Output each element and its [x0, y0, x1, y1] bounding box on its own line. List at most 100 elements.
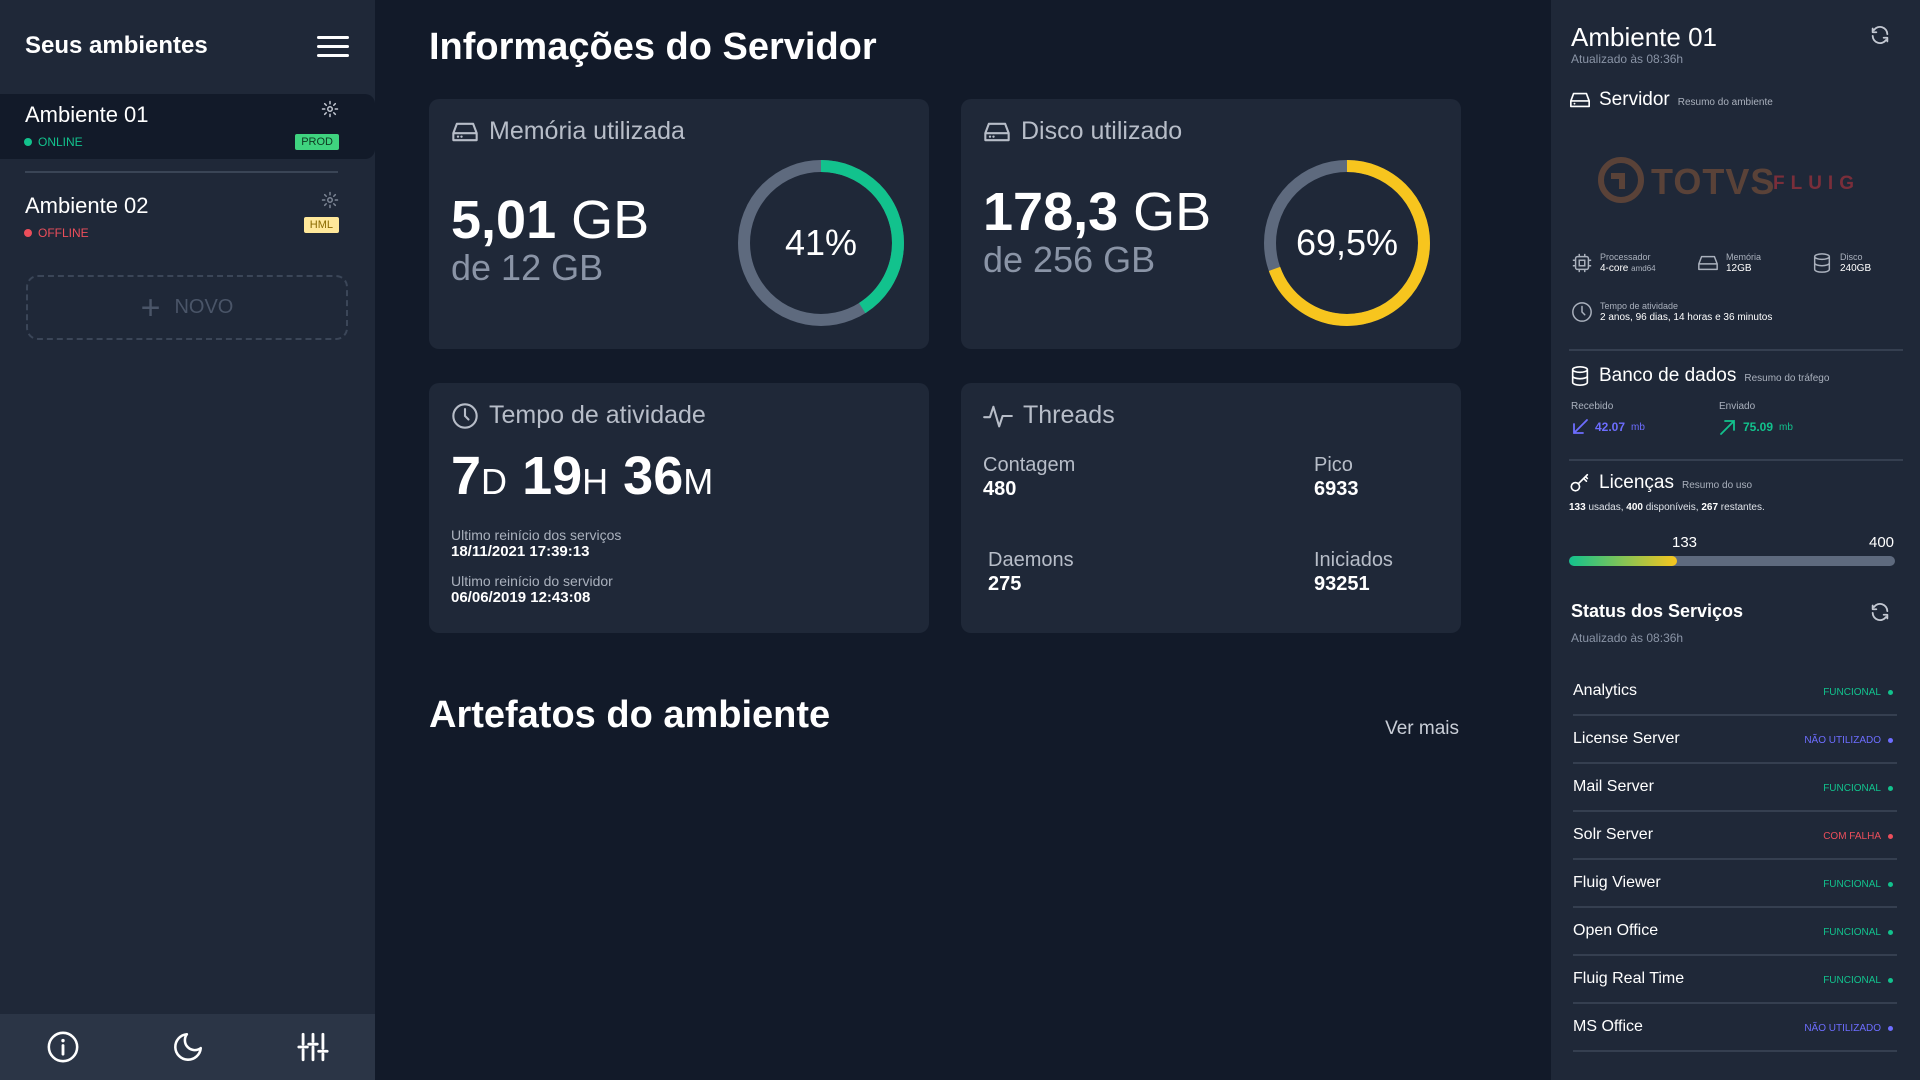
database-icon — [1813, 253, 1831, 274]
service-row[interactable]: Fluig Real Time FUNCIONAL — [1573, 956, 1897, 1004]
disk-spec: Disco 240GB — [1811, 252, 1871, 275]
status-text: ONLINE — [38, 135, 83, 149]
page-title: Informações do Servidor — [429, 26, 877, 68]
divider — [1569, 349, 1903, 351]
disk-total: de 256 GB — [983, 239, 1156, 280]
status-dot-icon — [1888, 834, 1893, 839]
service-name: Mail Server — [1573, 778, 1654, 795]
memory-donut-chart: 41% — [735, 157, 907, 329]
clock-icon — [1572, 302, 1592, 323]
database-title: Banco de dados — [1599, 365, 1737, 386]
licenses-title: Licenças — [1599, 472, 1674, 493]
service-status-text: FUNCIONAL — [1823, 687, 1881, 698]
sidebar: Seus ambientes Ambiente 01 ONLINE PROD A… — [0, 0, 375, 1080]
threads-daemons-label: Daemons — [988, 549, 1074, 571]
threads-count-label: Contagem — [983, 454, 1076, 476]
service-status-text: FUNCIONAL — [1823, 879, 1881, 890]
sent-value: 75.09 mb — [1719, 418, 1793, 436]
card-header: Tempo de atividade — [451, 401, 706, 430]
memory-spec-label: Memória — [1726, 252, 1762, 262]
service-row[interactable]: Open Office FUNCIONAL — [1573, 908, 1897, 956]
threads-started-label: Iniciados — [1314, 549, 1393, 571]
environment-name: Ambiente 01 — [25, 102, 149, 127]
sidebar-footer — [0, 1014, 375, 1080]
service-name: Fluig Viewer — [1573, 874, 1661, 891]
refresh-icon[interactable] — [1869, 601, 1891, 623]
panel-title: Ambiente 01 — [1571, 22, 1717, 52]
status-indicator: OFFLINE — [24, 226, 89, 240]
server-section-header: Servidor Resumo do ambiente — [1569, 89, 1773, 111]
memory-spec: Memória 12GB — [1697, 252, 1761, 275]
moon-icon[interactable] — [168, 1027, 208, 1067]
cpu-icon — [1572, 254, 1592, 273]
memory-used-value: 5,01 GB — [451, 190, 650, 250]
server-title: Servidor — [1599, 89, 1670, 110]
received-value: 42.07 mb — [1571, 418, 1645, 436]
hard-drive-icon — [1570, 92, 1590, 108]
service-name: Fluig Real Time — [1573, 970, 1685, 987]
sent-label: Enviado — [1719, 401, 1756, 412]
status-dot-icon — [1888, 882, 1893, 887]
service-row[interactable]: Fluig Viewer FUNCIONAL — [1573, 860, 1897, 908]
card-header: Disco utilizado — [983, 117, 1182, 146]
card-title: Disco utilizado — [1021, 117, 1183, 145]
server-subtitle: Resumo do ambiente — [1677, 97, 1773, 108]
service-row[interactable]: Mail Server FUNCIONAL — [1573, 764, 1897, 812]
environment-badge: HML — [303, 217, 339, 233]
server-uptime-spec: Tempo de atividade 2 anos, 96 dias, 14 h… — [1571, 301, 1772, 324]
gear-icon[interactable] — [321, 100, 339, 118]
service-status-text: COM FALHA — [1823, 831, 1881, 842]
service-status-text: NÃO UTILIZADO — [1804, 735, 1881, 746]
database-section-header: Banco de dados Resumo do tráfego — [1569, 365, 1829, 387]
new-environment-button[interactable]: + NOVO — [26, 275, 348, 340]
service-row[interactable]: Analytics FUNCIONAL — [1573, 668, 1897, 716]
licenses-total-marker: 400 — [1869, 534, 1895, 551]
arrow-up-right-icon — [1720, 420, 1735, 435]
service-status: COM FALHA — [1823, 831, 1893, 842]
totvs-fluig-logo: TOTVS FLUIG — [1595, 155, 1865, 205]
memory-total: de 12 GB — [451, 247, 604, 288]
sidebar-title: Seus ambientes — [25, 32, 208, 59]
service-status: FUNCIONAL — [1823, 975, 1893, 986]
environment-item-01[interactable]: Ambiente 01 ONLINE PROD — [0, 94, 375, 159]
environment-badge: PROD — [295, 134, 339, 150]
refresh-icon[interactable] — [1869, 24, 1891, 46]
environment-item-02[interactable]: Ambiente 02 OFFLINE HML — [0, 185, 375, 250]
server-restart-value: 06/06/2019 12:43:08 — [451, 589, 591, 606]
card-header: Threads — [983, 401, 1115, 430]
threads-peak-value: 6933 — [1314, 478, 1359, 500]
service-row[interactable]: MS Office NÃO UTILIZADO — [1573, 1004, 1897, 1052]
licenses-used-marker: 133 — [1672, 534, 1698, 551]
processor-spec: Processador 4-core amd64 — [1571, 252, 1656, 275]
hard-drive-icon — [984, 122, 1010, 141]
info-icon[interactable] — [43, 1027, 83, 1067]
memory-spec-value: 12GB — [1726, 262, 1752, 274]
sliders-icon[interactable] — [293, 1027, 333, 1067]
uptime-value: 7D 19H 36M — [451, 446, 714, 506]
threads-daemons-value: 275 — [988, 573, 1022, 595]
service-row[interactable]: Solr Server COM FALHA — [1573, 812, 1897, 860]
activity-icon — [983, 405, 1013, 427]
panel-updated: Atualizado às 08:36h — [1571, 52, 1684, 66]
services-restart-value: 18/11/2021 17:39:13 — [451, 543, 590, 560]
status-dot-icon — [1888, 690, 1893, 695]
artifacts-title: Artefatos do ambiente — [429, 694, 831, 736]
hamburger-menu-icon[interactable] — [316, 32, 350, 60]
database-icon — [1571, 366, 1589, 386]
status-indicator: ONLINE — [24, 135, 83, 149]
service-status: FUNCIONAL — [1823, 783, 1893, 794]
see-more-link[interactable]: Ver mais — [1385, 718, 1459, 740]
service-status-text: FUNCIONAL — [1823, 783, 1881, 794]
gear-icon[interactable] — [321, 191, 339, 209]
server-restart-label: Ultimo reinício do servidor — [451, 573, 613, 589]
licenses-summary: 133 usadas, 400 disponíveis, 267 restant… — [1569, 502, 1765, 513]
service-status: FUNCIONAL — [1823, 927, 1893, 938]
service-row[interactable]: License Server NÃO UTILIZADO — [1573, 716, 1897, 764]
status-dot-icon — [1888, 930, 1893, 935]
hard-drive-icon — [1698, 256, 1718, 271]
threads-peak-label: Pico — [1314, 454, 1353, 476]
services-title: Status dos Serviços — [1571, 601, 1744, 621]
service-status: NÃO UTILIZADO — [1804, 735, 1893, 746]
sidebar-header: Seus ambientes — [25, 30, 350, 62]
service-status-text: FUNCIONAL — [1823, 927, 1881, 938]
